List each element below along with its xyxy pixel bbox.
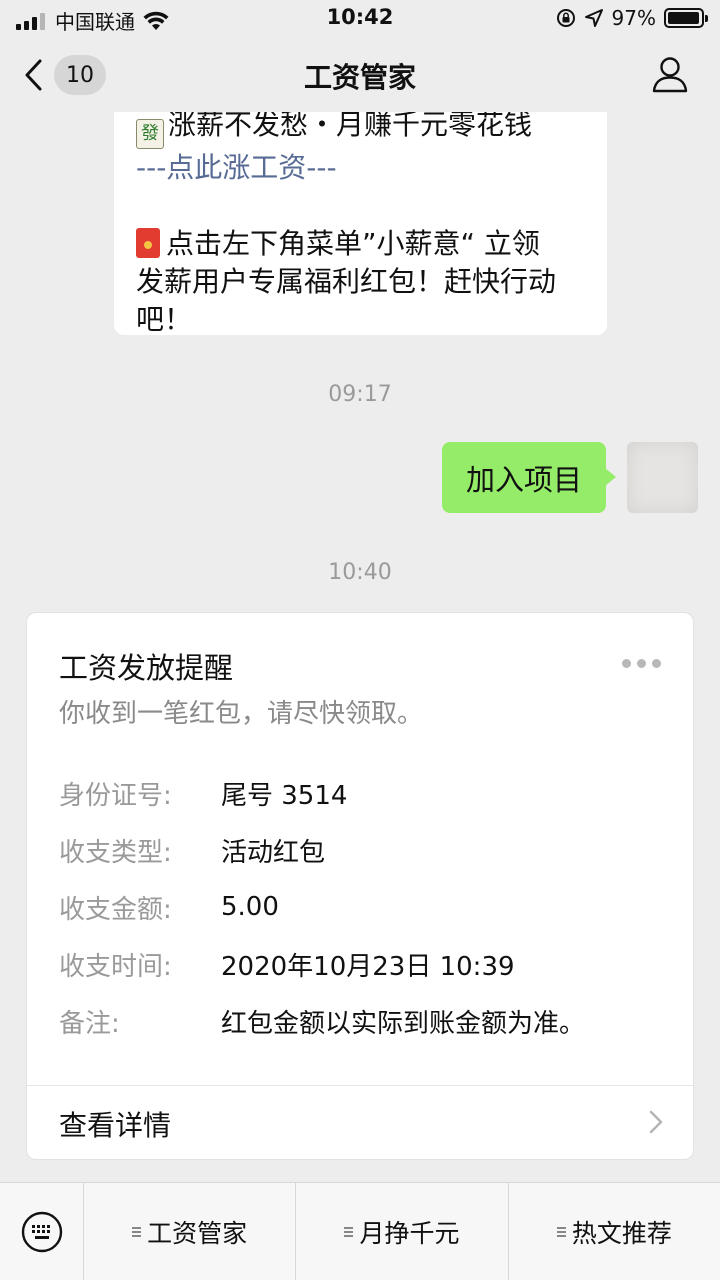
field-label: 收支类型: bbox=[59, 837, 172, 868]
menu-item-label: 热文推荐 bbox=[571, 1219, 672, 1248]
message-line: 点击左下角菜单”小薪意“ 立领 bbox=[136, 225, 585, 263]
view-details-button[interactable]: 查看详情 bbox=[27, 1086, 693, 1161]
field-label: 身份证号: bbox=[59, 780, 172, 811]
official-account-menu: 工资管家 月挣千元 热文推荐 bbox=[0, 1182, 720, 1280]
menu-item-salary-manager[interactable]: 工资管家 bbox=[84, 1183, 297, 1280]
menu-list-icon bbox=[132, 1227, 142, 1237]
menu-item-earn-monthly[interactable]: 月挣千元 bbox=[296, 1183, 509, 1280]
menu-item-label: 工资管家 bbox=[147, 1219, 248, 1248]
outgoing-message-bubble[interactable]: 加入项目 bbox=[441, 442, 617, 513]
salary-reminder-card[interactable]: 工资发放提醒 你收到一笔红包，请尽快领取。 身份证号: 尾号 3514 收支类型… bbox=[26, 612, 694, 1160]
menu-list-icon bbox=[344, 1227, 354, 1237]
battery-percent: 97% bbox=[611, 6, 656, 30]
field-value: 尾号 3514 bbox=[221, 780, 348, 811]
red-envelope-emoji-icon bbox=[136, 228, 160, 258]
card-subtitle: 你收到一笔红包，请尽快领取。 bbox=[59, 699, 424, 729]
menu-item-hot-articles[interactable]: 热文推荐 bbox=[509, 1183, 720, 1280]
battery-fill bbox=[668, 12, 700, 24]
card-title: 工资发放提醒 bbox=[59, 651, 234, 685]
message-timestamp: 09:17 bbox=[328, 382, 392, 407]
menu-list-icon bbox=[556, 1227, 566, 1237]
orientation-lock-icon bbox=[556, 9, 575, 27]
keyboard-toggle-button[interactable] bbox=[0, 1183, 84, 1280]
profile-icon[interactable] bbox=[650, 54, 690, 94]
chat-title: 工资管家 bbox=[303, 61, 416, 94]
status-bar: 中国联通 10:42 97% bbox=[0, 0, 720, 36]
more-options-icon[interactable] bbox=[622, 659, 661, 668]
view-details-label: 查看详情 bbox=[59, 1109, 172, 1142]
status-bar-right: 97% bbox=[556, 6, 708, 30]
card-field-row: 备注: 红包金额以实际到账金额为准。 bbox=[59, 1003, 585, 1039]
field-label: 收支金额: bbox=[59, 894, 172, 925]
mahjong-fa-emoji-icon: 發 bbox=[136, 119, 164, 149]
message-timestamp: 10:40 bbox=[328, 560, 392, 585]
avatar[interactable] bbox=[627, 442, 698, 513]
field-value: 5.00 bbox=[221, 892, 279, 922]
field-value: 活动红包 bbox=[221, 837, 326, 868]
field-value: 2020年10月23日 10:39 bbox=[221, 951, 515, 982]
card-field-row: 收支金额: 5.00 bbox=[59, 889, 279, 925]
navigation-bar: 10 工资管家 bbox=[0, 36, 720, 112]
field-value: 红包金额以实际到账金额为准。 bbox=[221, 1008, 586, 1039]
message-line: 發涨薪不发愁・月赚千元零花钱 bbox=[136, 112, 585, 149]
field-label: 收支时间: bbox=[59, 951, 172, 982]
location-arrow-icon bbox=[584, 9, 603, 27]
keyboard-icon bbox=[21, 1211, 62, 1253]
field-label: 备注: bbox=[59, 1008, 120, 1039]
card-field-row: 收支类型: 活动红包 bbox=[59, 832, 325, 868]
incoming-message-bubble[interactable]: 發涨薪不发愁・月赚千元零花钱 ---点此涨工资--- 点击左下角菜单”小薪意“ … bbox=[114, 112, 607, 336]
card-field-row: 身份证号: 尾号 3514 bbox=[59, 775, 347, 811]
raise-salary-link[interactable]: ---点此涨工资--- bbox=[136, 149, 585, 187]
chevron-right-icon bbox=[649, 1110, 663, 1134]
card-field-row: 收支时间: 2020年10月23日 10:39 bbox=[59, 946, 515, 982]
chat-area[interactable]: 發涨薪不发愁・月赚千元零花钱 ---点此涨工资--- 点击左下角菜单”小薪意“ … bbox=[0, 112, 720, 1182]
battery-icon bbox=[664, 8, 708, 28]
message-line: 发薪用户专属福利红包！赶快行动 bbox=[136, 265, 557, 298]
menu-item-label: 月挣千元 bbox=[359, 1219, 460, 1248]
message-line: 吧！ bbox=[136, 303, 193, 336]
